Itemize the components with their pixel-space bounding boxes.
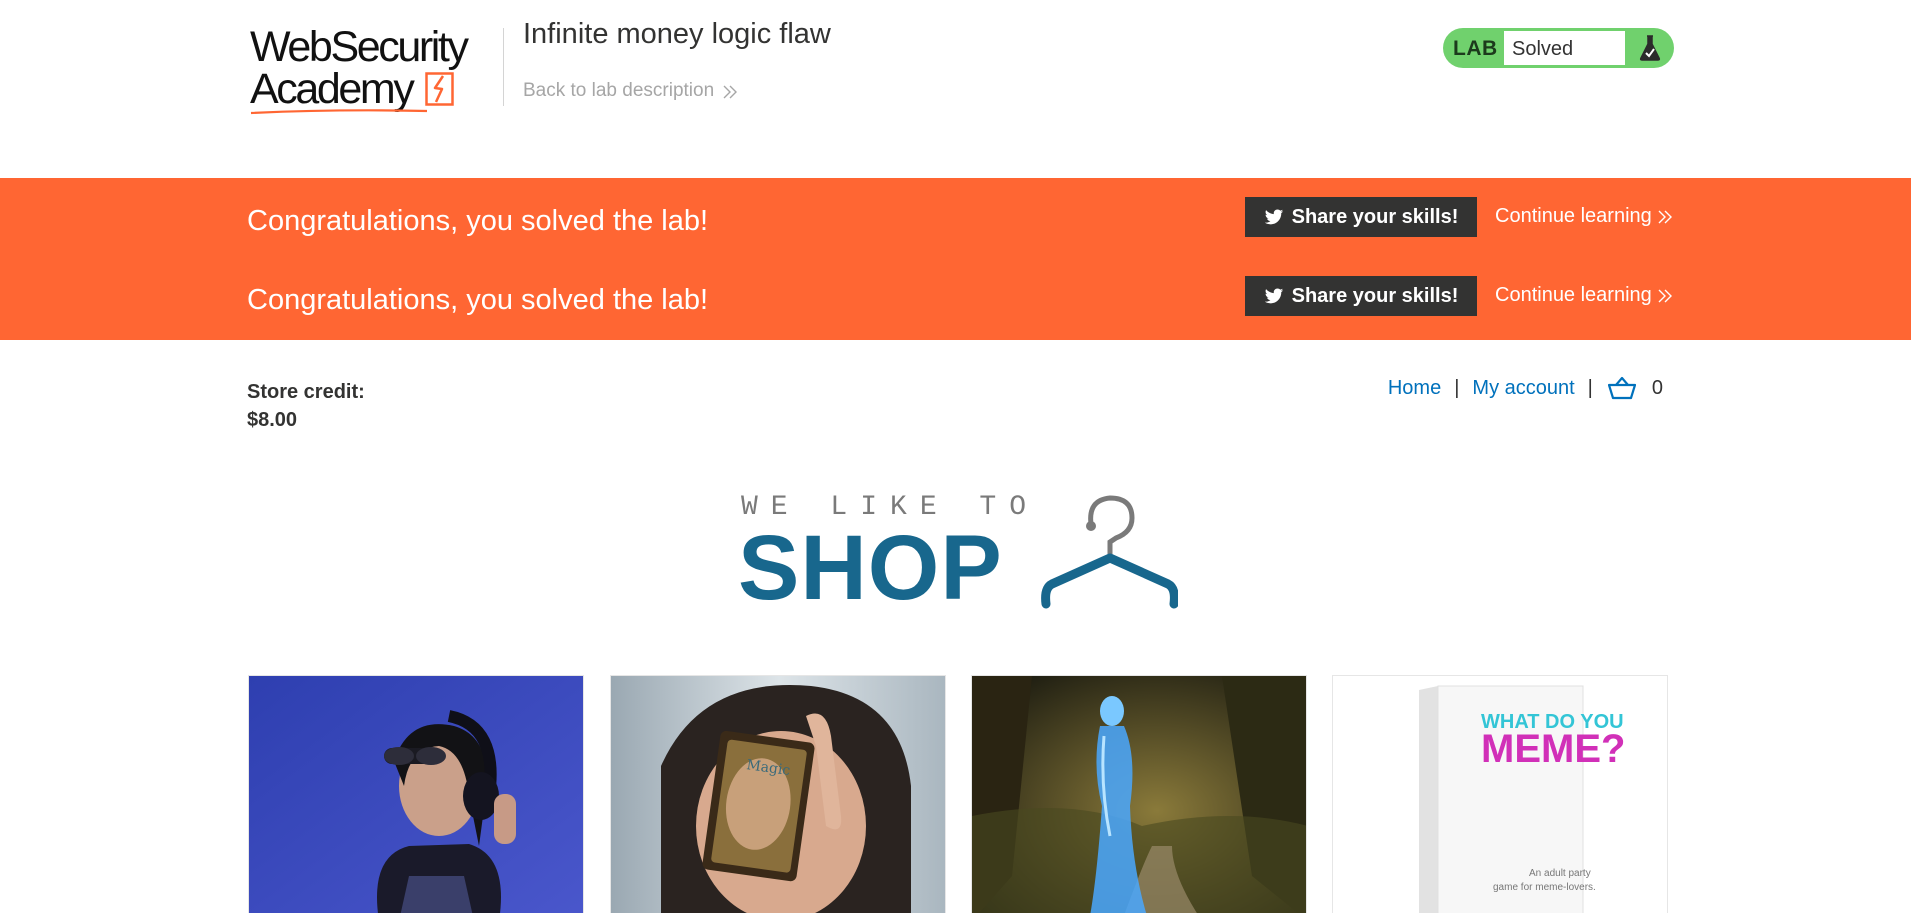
- box-caption1: An adult party: [1529, 868, 1591, 879]
- share-skills-button[interactable]: Share your skills!: [1245, 197, 1477, 237]
- banner-headline: SHOP: [738, 517, 1003, 619]
- lab-status-widget: LAB Solved: [1443, 28, 1674, 68]
- lab-status-box: Solved: [1503, 30, 1626, 66]
- logo-bolt-icon: [425, 72, 454, 106]
- product-card[interactable]: WHAT DO YOU MEME? An adult party game fo…: [1332, 675, 1668, 913]
- congratulations-message: Congratulations, you solved the lab!: [247, 284, 709, 316]
- nav-separator: |: [1454, 376, 1460, 399]
- lab-status-text: Solved: [1512, 38, 1574, 60]
- top-navigation: Home | My account | 0: [1388, 376, 1663, 400]
- home-link[interactable]: Home: [1388, 377, 1441, 400]
- twitter-icon: [1264, 288, 1283, 303]
- back-to-lab-description-link[interactable]: Back to lab description: [523, 80, 738, 102]
- lab-title: Infinite money logic flaw: [523, 18, 831, 50]
- web-security-academy-logo[interactable]: WebSecurity Academy: [247, 22, 501, 118]
- product-card[interactable]: [971, 675, 1307, 913]
- basket-icon: [1607, 376, 1636, 400]
- nav-separator: |: [1587, 376, 1593, 399]
- double-chevron-right-icon: [723, 85, 738, 99]
- share-skills-label: Share your skills!: [1291, 205, 1459, 228]
- back-link-label: Back to lab description: [523, 80, 715, 101]
- product-grid: Magic WHAT DO YOU MEME? An adult party g…: [248, 675, 1668, 913]
- double-chevron-right-icon: [1658, 289, 1672, 302]
- we-like-to-shop-banner: WE LIKE TO SHOP: [738, 490, 1182, 614]
- share-skills-button[interactable]: Share your skills!: [1245, 276, 1477, 316]
- notification-row: Congratulations, you solved the lab! Sha…: [247, 197, 1674, 243]
- store-credit-label: Store credit:: [247, 381, 365, 403]
- my-account-link[interactable]: My account: [1472, 377, 1574, 400]
- lab-solved-notification: Congratulations, you solved the lab! Sha…: [0, 178, 1911, 340]
- meme-box-photo: WHAT DO YOU MEME? An adult party game fo…: [1333, 676, 1667, 913]
- magic-card-photo: Magic: [611, 676, 945, 913]
- continue-learning-link[interactable]: Continue learning: [1495, 205, 1672, 228]
- logo-underline: [250, 109, 428, 115]
- twitter-icon: [1264, 209, 1283, 224]
- cart-count: 0: [1651, 376, 1663, 399]
- headphones-photo: [249, 676, 583, 913]
- store-credit-value: $8.00: [247, 409, 298, 431]
- continue-learning-link[interactable]: Continue learning: [1495, 284, 1672, 307]
- logo-line2: Academy: [250, 65, 415, 113]
- continue-learning-label: Continue learning: [1495, 205, 1652, 227]
- double-chevron-right-icon: [1658, 210, 1672, 223]
- flask-icon: [1639, 35, 1661, 61]
- product-card[interactable]: [248, 675, 584, 913]
- product-card[interactable]: Magic: [610, 675, 946, 913]
- notification-row: Congratulations, you solved the lab! Sha…: [247, 276, 1674, 322]
- box-title2: MEME?: [1481, 727, 1625, 771]
- clothes-hanger-icon: [1041, 495, 1178, 609]
- continue-learning-label: Continue learning: [1495, 284, 1652, 306]
- cart-link[interactable]: 0: [1607, 376, 1663, 400]
- box-caption2: game for meme-lovers.: [1493, 882, 1596, 893]
- lab-badge: LAB: [1453, 37, 1498, 60]
- logo-line1: WebSecurity: [250, 23, 469, 71]
- share-skills-label: Share your skills!: [1291, 284, 1459, 307]
- store-credit: Store credit: $8.00: [247, 378, 365, 434]
- academy-header: WebSecurity Academy Infinite money logic…: [0, 0, 1911, 178]
- congratulations-message: Congratulations, you solved the lab!: [247, 205, 709, 237]
- hologram-photo: [972, 676, 1306, 913]
- header-divider: [503, 28, 504, 106]
